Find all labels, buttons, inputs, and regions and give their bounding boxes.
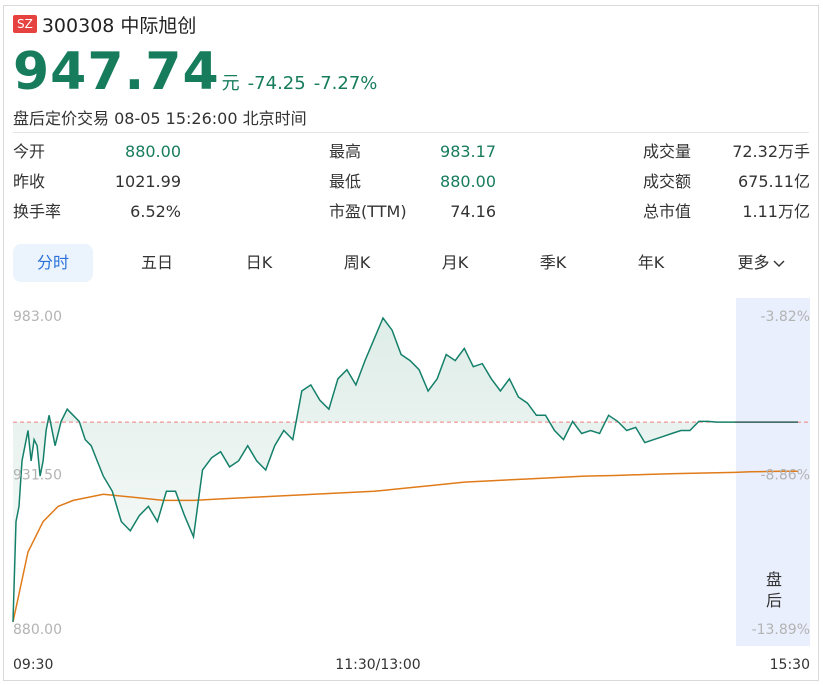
x-tick-label: 11:30/13:00 [335, 657, 420, 673]
y-left-tick-label: 880.00 [13, 622, 62, 638]
intraday-chart[interactable]: 983.00 931.50 880.00 -3.82% -8.86% -13.89% 09:… [0, 0, 823, 685]
x-tick-label: 15:30 [770, 657, 810, 673]
price-area-fill [13, 318, 735, 622]
after-hours-label: 后 [766, 591, 782, 610]
after-hours-label: 盘 [766, 570, 782, 589]
x-tick-label: 09:30 [13, 657, 53, 673]
y-left-tick-label: 983.00 [13, 309, 62, 325]
y-left-tick-label: 931.50 [13, 468, 62, 484]
y-right-tick-label: -8.86% [760, 468, 810, 484]
y-right-tick-label: -13.89% [752, 622, 810, 638]
y-right-tick-label: -3.82% [760, 309, 810, 325]
